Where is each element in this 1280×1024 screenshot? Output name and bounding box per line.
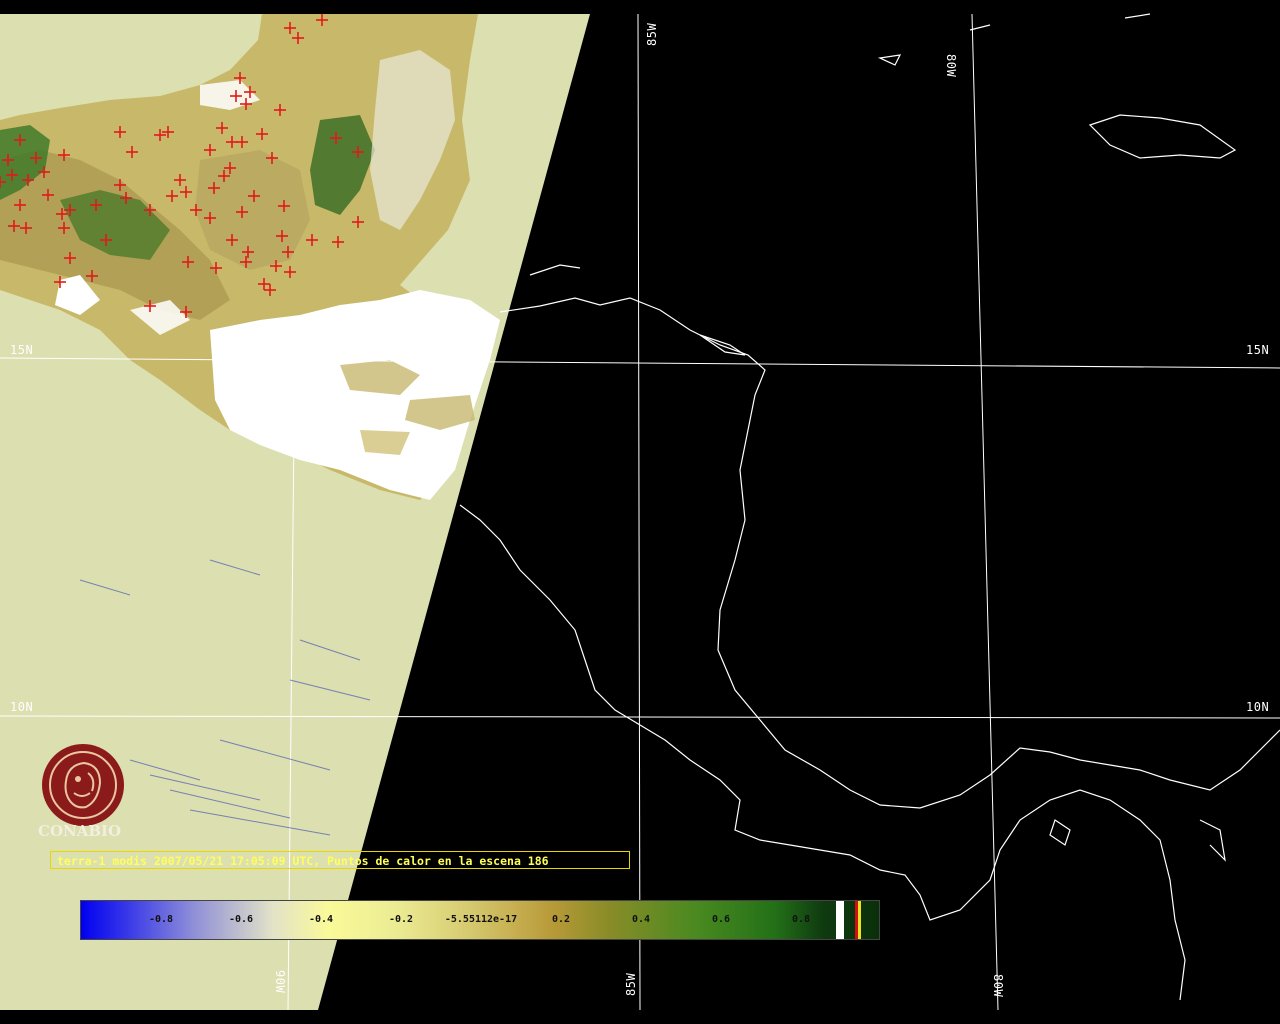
colorbar-tick: 0.6 — [711, 914, 731, 925]
colorbar-tick: -0.6 — [228, 914, 254, 925]
latitude-label-left-15n: 15N — [10, 343, 34, 357]
latitude-label-right-15n: 15N — [1246, 343, 1270, 357]
longitude-label-bottom-90w: 90W — [273, 970, 287, 994]
colorbar-yellow-band — [858, 901, 861, 939]
colorbar-tick: 0.2 — [551, 914, 571, 925]
latitude-label-right-10n: 10N — [1246, 700, 1270, 714]
ndvi-colorbar: -0.8 -0.6 -0.4 -0.2 -5.55112e-17 0.2 0.4… — [80, 900, 880, 940]
colorbar-tick: -0.2 — [388, 914, 414, 925]
scene-caption: terra-1 modis 2007/05/21 17:05:09 UTC, P… — [50, 851, 630, 869]
longitude-label-bottom-80w: 80W — [991, 974, 1005, 998]
colorbar-tick: 0.8 — [791, 914, 811, 925]
latitude-label-left-10n: 10N — [10, 700, 34, 714]
logo-text: CONABIO — [38, 822, 122, 840]
colorbar-tick: -0.4 — [308, 914, 334, 925]
longitude-label-top-80w: 80W — [944, 54, 958, 78]
colorbar-tick: -5.55112e-17 — [444, 914, 518, 925]
longitude-label-top-85w: 85W — [645, 22, 659, 46]
colorbar-tick: -0.8 — [148, 914, 174, 925]
satellite-map — [0, 0, 1280, 1024]
colorbar-tick: 0.4 — [631, 914, 651, 925]
colorbar-white-band — [836, 901, 844, 939]
longitude-label-bottom-85w: 85W — [624, 972, 638, 996]
